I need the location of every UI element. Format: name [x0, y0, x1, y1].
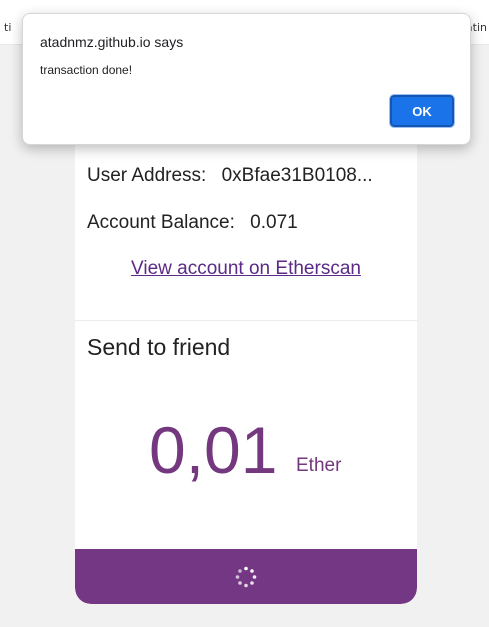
ok-button[interactable]: OK — [389, 94, 455, 128]
wallet-card: User Address: 0xBfae31B0108... Account B… — [75, 130, 417, 604]
account-balance-row: Account Balance: 0.071 — [87, 212, 298, 234]
user-address-value: 0xBfae31B0108... — [221, 165, 373, 186]
bookmark-fragment-left[interactable]: ti — [4, 21, 11, 34]
user-address-row: User Address: 0xBfae31B0108... — [87, 165, 373, 187]
loading-spinner-icon — [235, 566, 257, 588]
alert-dialog: atadnmz.github.io says transaction done!… — [22, 13, 471, 145]
dialog-origin: atadnmz.github.io says — [40, 34, 184, 50]
account-balance-label: Account Balance: — [87, 212, 235, 233]
amount-unit: Ether — [296, 455, 342, 476]
amount-input[interactable]: 0,01 — [149, 410, 277, 490]
amount-row: 0,01 Ether — [75, 410, 417, 490]
account-balance-value: 0.071 — [250, 212, 298, 233]
etherscan-link[interactable]: View account on Etherscan — [75, 258, 417, 280]
page: ti atin User Address: 0xBfae31B0108... A… — [0, 0, 489, 627]
send-button[interactable] — [75, 549, 417, 604]
user-address-label: User Address: — [87, 165, 207, 186]
section-divider — [75, 320, 417, 321]
send-section-title: Send to friend — [87, 334, 231, 360]
dialog-message: transaction done! — [40, 63, 133, 77]
